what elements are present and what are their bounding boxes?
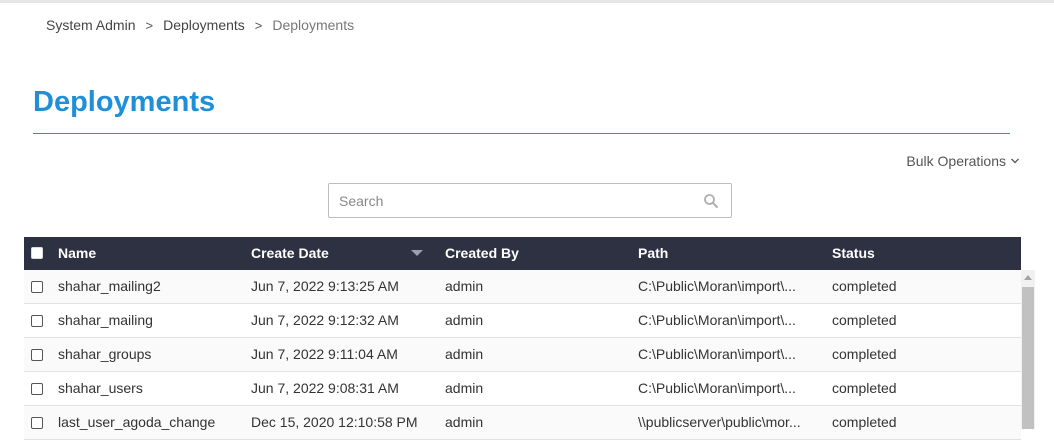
title-divider	[33, 133, 1010, 134]
row-checkbox[interactable]	[31, 349, 43, 361]
cell-created-by: admin	[445, 414, 484, 430]
breadcrumb-current: Deployments	[272, 17, 355, 33]
table-scrollbar[interactable]	[1021, 270, 1035, 429]
table-row[interactable]: shahar_mailing Jun 7, 2022 9:12:32 AM ad…	[24, 304, 1021, 338]
cell-status: completed	[832, 312, 897, 328]
column-header-path[interactable]: Path	[638, 237, 668, 270]
scroll-up-arrow-icon[interactable]	[1024, 275, 1032, 280]
cell-name: shahar_groups	[58, 346, 152, 362]
breadcrumb-separator: >	[254, 17, 263, 33]
table-body: shahar_mailing2 Jun 7, 2022 9:13:25 AM a…	[24, 270, 1021, 440]
cell-path: C:\Public\Moran\import\...	[638, 380, 796, 396]
search-input[interactable]	[329, 184, 703, 217]
breadcrumb-separator: >	[145, 17, 154, 33]
cell-path: C:\Public\Moran\import\...	[638, 278, 796, 294]
cell-name: shahar_users	[58, 380, 143, 396]
cell-path: \\publicserver\public\mor...	[638, 414, 801, 430]
table-row[interactable]: last_user_agoda_change Dec 15, 2020 12:1…	[24, 406, 1021, 440]
row-checkbox[interactable]	[31, 315, 43, 327]
scrollbar-thumb[interactable]	[1022, 287, 1034, 429]
cell-create-date: Dec 15, 2020 12:10:58 PM	[251, 414, 418, 430]
row-checkbox[interactable]	[31, 417, 43, 429]
cell-path: C:\Public\Moran\import\...	[638, 346, 796, 362]
cell-create-date: Jun 7, 2022 9:13:25 AM	[251, 278, 399, 294]
cell-status: completed	[832, 278, 897, 294]
breadcrumb-system-admin[interactable]: System Admin	[46, 17, 135, 33]
cell-create-date: Jun 7, 2022 9:12:32 AM	[251, 312, 399, 328]
page-title: Deployments	[33, 86, 216, 118]
cell-create-date: Jun 7, 2022 9:08:31 AM	[251, 380, 399, 396]
sort-descending-icon[interactable]	[411, 250, 423, 256]
table-header: Name Create Date Created By Path Status	[24, 237, 1021, 270]
select-all-checkbox[interactable]	[31, 247, 43, 259]
bulk-operations-label: Bulk Operations	[906, 153, 1006, 169]
cell-name: shahar_mailing2	[58, 278, 161, 294]
cell-create-date: Jun 7, 2022 9:11:04 AM	[251, 346, 398, 362]
cell-status: completed	[832, 380, 897, 396]
table-row[interactable]: shahar_groups Jun 7, 2022 9:11:04 AM adm…	[24, 338, 1021, 372]
search-icon[interactable]	[703, 193, 719, 209]
search-box	[328, 183, 732, 218]
bulk-operations-menu[interactable]: Bulk Operations	[906, 153, 1020, 169]
top-shadow-bar	[0, 0, 1054, 3]
column-header-name[interactable]: Name	[58, 237, 96, 270]
deployments-table: Name Create Date Created By Path Status …	[24, 237, 1021, 440]
table-row[interactable]: shahar_users Jun 7, 2022 9:08:31 AM admi…	[24, 372, 1021, 406]
column-header-create-date[interactable]: Create Date	[251, 237, 329, 270]
breadcrumb: System Admin > Deployments > Deployments	[46, 17, 354, 33]
cell-created-by: admin	[445, 278, 484, 294]
cell-status: completed	[832, 346, 897, 362]
chevron-down-icon	[1011, 158, 1019, 164]
table-row[interactable]: shahar_mailing2 Jun 7, 2022 9:13:25 AM a…	[24, 270, 1021, 304]
cell-name: last_user_agoda_change	[58, 414, 216, 430]
cell-created-by: admin	[445, 346, 484, 362]
breadcrumb-deployments-parent[interactable]: Deployments	[163, 17, 245, 33]
cell-created-by: admin	[445, 312, 484, 328]
cell-status: completed	[832, 414, 897, 430]
column-header-created-by[interactable]: Created By	[445, 237, 519, 270]
cell-created-by: admin	[445, 380, 484, 396]
row-checkbox[interactable]	[31, 281, 43, 293]
cell-path: C:\Public\Moran\import\...	[638, 312, 796, 328]
column-header-status[interactable]: Status	[832, 237, 875, 270]
row-checkbox[interactable]	[31, 383, 43, 395]
cell-name: shahar_mailing	[58, 312, 153, 328]
